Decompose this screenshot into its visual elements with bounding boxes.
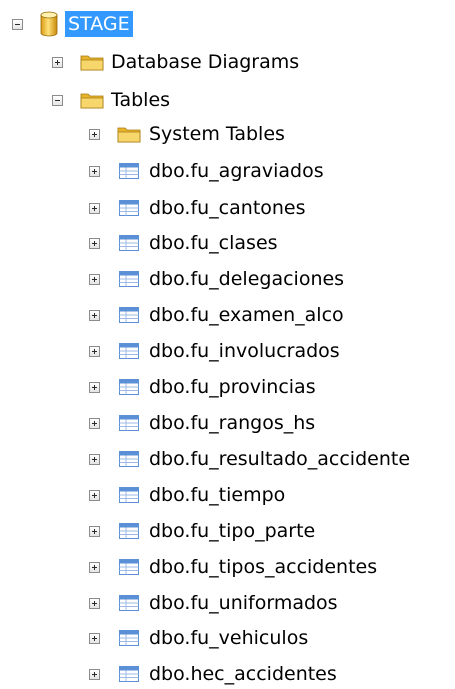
expand-toggle-icon[interactable] [89,597,100,609]
tree-node-table[interactable]: dbo.fu_vehiculos [89,624,311,652]
tree-node-table[interactable]: dbo.fu_involucrados [89,337,343,365]
table-icon [119,271,139,287]
table-icon [119,559,139,575]
expand-toggle-icon[interactable] [89,489,100,501]
table-icon [119,487,139,503]
tree-node-label[interactable]: dbo.fu_tipo_parte [146,518,318,544]
expand-toggle-icon[interactable] [89,128,100,140]
table-icon [119,630,139,646]
tree-node-table[interactable]: dbo.fu_clases [89,229,281,257]
object-explorer-tree: STAGE Database Diagrams Tables System Ta… [0,0,455,689]
expand-toggle-icon[interactable] [89,202,100,214]
tree-node-table[interactable]: dbo.fu_provincias [89,373,319,401]
tree-node-table[interactable]: dbo.fu_delegaciones [89,265,347,293]
expand-toggle-icon[interactable] [89,417,100,429]
tree-node-label[interactable]: dbo.fu_uniformados [146,590,341,616]
expand-toggle-icon[interactable] [89,632,100,644]
tree-node-label[interactable]: STAGE [65,11,133,37]
tree-node-label[interactable]: dbo.fu_agraviados [146,158,327,184]
table-icon [119,451,139,467]
tree-node-label[interactable]: dbo.fu_tiempo [146,482,288,508]
folder-icon [80,91,104,109]
expand-toggle-icon[interactable] [89,237,100,249]
tree-node-label[interactable]: dbo.fu_cantones [146,195,309,221]
table-icon [119,415,139,431]
expand-toggle-icon[interactable] [89,165,100,177]
tree-node-label[interactable]: Tables [108,87,173,113]
expand-toggle-icon[interactable] [89,381,100,393]
expand-toggle-icon[interactable] [89,561,100,573]
table-icon [119,666,139,682]
collapse-toggle-icon[interactable] [12,18,23,30]
tree-node-label[interactable]: dbo.fu_examen_alco [146,302,347,328]
table-icon [119,235,139,251]
table-icon [119,523,139,539]
tree-node-table[interactable]: dbo.fu_rangos_hs [89,409,318,437]
database-cylinder-icon [39,10,59,38]
tree-node-label[interactable]: dbo.fu_vehiculos [146,625,311,651]
tree-node-label[interactable]: System Tables [146,121,288,147]
tree-node-tables[interactable]: Tables [52,86,173,114]
tree-node-table[interactable]: dbo.fu_tiempo [89,481,288,509]
tree-node-system-tables[interactable]: System Tables [89,120,288,148]
tree-node-table[interactable]: dbo.fu_cantones [89,194,309,222]
table-icon [119,595,139,611]
tree-node-label[interactable]: dbo.fu_tipos_accidentes [146,554,380,580]
tree-node-label[interactable]: dbo.fu_rangos_hs [146,410,318,436]
table-icon [119,307,139,323]
table-icon [119,379,139,395]
tree-node-label[interactable]: dbo.fu_delegaciones [146,266,347,292]
tree-node-label[interactable]: dbo.fu_clases [146,230,281,256]
table-icon [119,163,139,179]
tree-node-table[interactable]: dbo.hec_accidentes [89,660,340,688]
tree-node-table[interactable]: dbo.fu_resultado_accidente [89,445,413,473]
expand-toggle-icon[interactable] [89,525,100,537]
folder-icon [117,125,141,143]
tree-node-table[interactable]: dbo.fu_examen_alco [89,301,347,329]
table-icon [119,343,139,359]
tree-node-database-diagrams[interactable]: Database Diagrams [52,48,302,76]
expand-toggle-icon[interactable] [89,273,100,285]
tree-node-label[interactable]: dbo.hec_accidentes [146,661,340,687]
tree-node-label[interactable]: dbo.fu_resultado_accidente [146,446,413,472]
tree-node-table[interactable]: dbo.fu_tipos_accidentes [89,553,380,581]
expand-toggle-icon[interactable] [89,453,100,465]
tree-node-table[interactable]: dbo.fu_agraviados [89,157,327,185]
collapse-toggle-icon[interactable] [52,94,63,106]
folder-icon [80,53,104,71]
tree-node-label[interactable]: dbo.fu_involucrados [146,338,343,364]
expand-toggle-icon[interactable] [89,309,100,321]
expand-toggle-icon[interactable] [52,56,63,68]
expand-toggle-icon[interactable] [89,668,100,680]
tree-node-table[interactable]: dbo.fu_tipo_parte [89,517,318,545]
tree-node-stage[interactable]: STAGE [12,10,133,38]
expand-toggle-icon[interactable] [89,345,100,357]
tree-node-label[interactable]: dbo.fu_provincias [146,374,319,400]
tree-node-table[interactable]: dbo.fu_uniformados [89,589,341,617]
tree-node-label[interactable]: Database Diagrams [108,49,302,75]
table-icon [119,200,139,216]
